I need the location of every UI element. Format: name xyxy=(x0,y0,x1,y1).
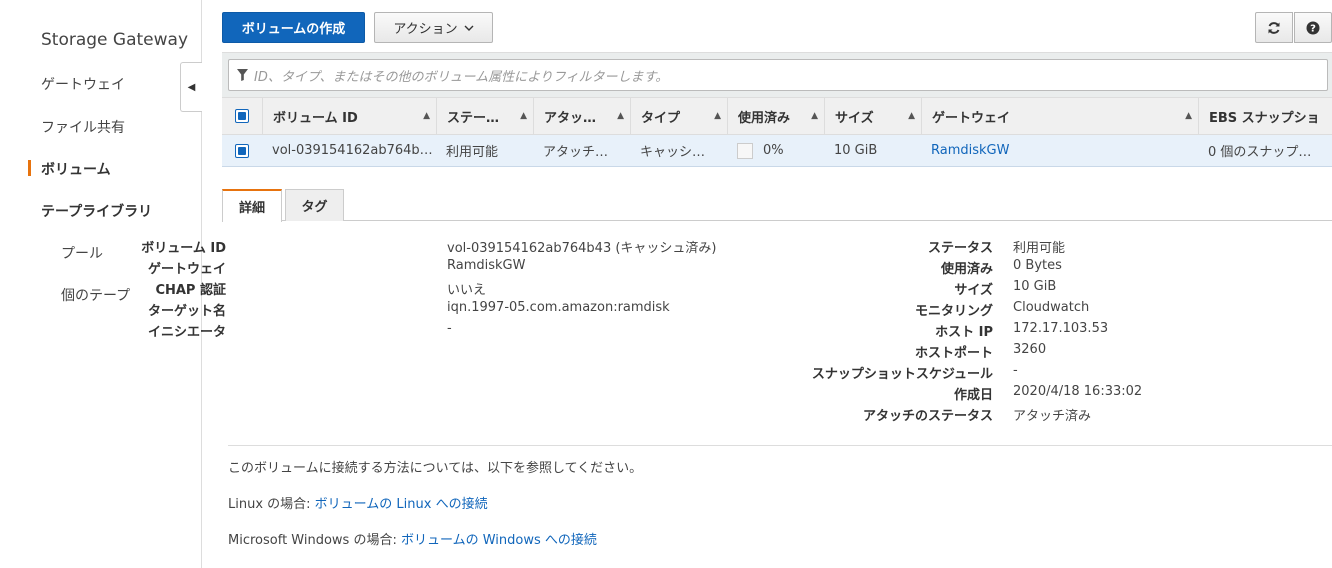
refresh-icon xyxy=(1268,21,1280,34)
value-gateway-link[interactable]: RamdiskGW xyxy=(447,258,525,273)
cell-size: 10 GiB xyxy=(834,143,878,158)
actions-label: アクション xyxy=(393,22,458,37)
label-snapshot-schedule: スナップショットスケジュール xyxy=(811,367,993,382)
value-attach-status: アタッチ済み xyxy=(1013,409,1092,424)
main-content: ボリュームの作成 アクション ? ID、タイプ、またはその他のボリューム属性によ… xyxy=(141,0,1332,568)
label-monitoring: モニタリング xyxy=(914,304,993,319)
value-used: 0 Bytes xyxy=(1013,258,1062,273)
caret-left-icon: ◀ xyxy=(187,81,196,93)
cell-attach-status: アタッチ… xyxy=(543,145,609,160)
filter-icon xyxy=(237,69,248,81)
column-header-volume-id[interactable]: ボリューム ID ▲ xyxy=(262,98,436,134)
sort-icon: ▲ xyxy=(423,111,430,121)
sidebar-item-volumes[interactable]: ボリューム xyxy=(41,159,111,179)
column-header-used[interactable]: 使用済み ▲ xyxy=(727,98,824,134)
connect-windows-line: Microsoft Windows の場合: ボリュームの Windows への… xyxy=(228,529,597,548)
connect-intro: このボリュームに接続する方法については、以下を参照してください。 xyxy=(228,461,643,476)
label-used: 使用済み xyxy=(940,262,993,277)
label-host-ip: ホスト IP xyxy=(935,325,993,340)
label-size: サイズ xyxy=(954,283,993,298)
cell-volume-id: vol-039154162ab764b… xyxy=(272,143,433,158)
label-host-port: ホストポート xyxy=(914,346,993,361)
table-header: ボリューム ID ▲ ステー… ▲ アタッ… ▲ タイプ ▲ 使用済み ▲ サイズ ▲ ゲー… xyxy=(222,97,1332,135)
label-status: ステータス xyxy=(927,241,993,256)
value-snapshot-schedule: - xyxy=(1013,363,1018,378)
connect-windows-link[interactable]: ボリュームの Windows への接続 xyxy=(401,533,597,548)
tab-tags[interactable]: タグ xyxy=(285,189,344,221)
active-indicator xyxy=(28,160,31,176)
chevron-down-icon xyxy=(464,25,474,31)
value-initiator: - xyxy=(447,321,452,336)
connect-linux-link[interactable]: ボリュームの Linux への接続 xyxy=(315,497,488,512)
value-size: 10 GiB xyxy=(1013,279,1057,294)
sort-icon: ▲ xyxy=(714,111,721,121)
value-host-port: 3260 xyxy=(1013,342,1047,357)
help-button[interactable]: ? xyxy=(1294,12,1332,43)
value-monitoring-link[interactable]: Cloudwatch xyxy=(1013,300,1089,315)
sort-icon: ▲ xyxy=(908,111,915,121)
table-row[interactable]: vol-039154162ab764b… 利用可能 アタッチ… キャッシ… 0%… xyxy=(222,135,1332,167)
column-header-size[interactable]: サイズ ▲ xyxy=(824,98,921,134)
label-initiator: イニシエータ xyxy=(147,325,226,340)
value-target-name: iqn.1997-05.com.amazon:ramdisk xyxy=(447,300,670,315)
value-status: 利用可能 xyxy=(1013,241,1066,256)
sort-icon: ▲ xyxy=(520,111,527,121)
label-attach-status: アタッチのステータス xyxy=(862,409,993,424)
value-host-ip: 172.17.103.53 xyxy=(1013,321,1109,336)
cell-used: 0% xyxy=(727,135,824,166)
value-chap-auth: いいえ xyxy=(447,283,487,298)
sidebar-item-file-shares[interactable]: ファイル共有 xyxy=(41,117,125,137)
value-volume-id: vol-039154162ab764b43 (キャッシュ済み) xyxy=(447,241,717,256)
sort-icon: ▲ xyxy=(1185,111,1192,121)
connect-linux-prefix: Linux の場合: xyxy=(228,497,315,512)
sort-icon: ▲ xyxy=(811,111,818,121)
row-checkbox[interactable] xyxy=(222,135,262,166)
tab-details[interactable]: 詳細 xyxy=(222,189,282,222)
connect-windows-prefix: Microsoft Windows の場合: xyxy=(228,533,401,548)
cell-status: 利用可能 xyxy=(446,145,499,160)
actions-dropdown[interactable]: アクション xyxy=(374,12,493,43)
filter-input[interactable]: ID、タイプ、またはその他のボリューム属性によりフィルターします。 xyxy=(228,59,1328,91)
sidebar-item-tapes[interactable]: 個のテープ xyxy=(61,285,130,305)
cell-gateway-link[interactable]: RamdiskGW xyxy=(921,135,1198,166)
sidebar-item-gateways[interactable]: ゲートウェイ xyxy=(41,74,125,94)
filter-placeholder: ID、タイプ、またはその他のボリューム属性によりフィルターします。 xyxy=(254,69,669,85)
column-header-status[interactable]: ステー… ▲ xyxy=(436,98,533,134)
usage-bar xyxy=(737,142,753,159)
column-header-type[interactable]: タイプ ▲ xyxy=(630,98,727,134)
create-volume-button[interactable]: ボリュームの作成 xyxy=(222,12,365,43)
detail-tabs: 詳細 タグ xyxy=(222,189,1332,222)
help-icon: ? xyxy=(1306,21,1320,34)
connect-linux-line: Linux の場合: ボリュームの Linux への接続 xyxy=(228,493,488,512)
label-gateway: ゲートウェイ xyxy=(147,262,226,277)
column-header-attach-status[interactable]: アタッ… ▲ xyxy=(533,98,630,134)
refresh-button[interactable] xyxy=(1255,12,1293,43)
select-all-checkbox[interactable] xyxy=(222,98,262,134)
sidebar-item-tape-library[interactable]: テープライブラリ xyxy=(41,201,152,221)
svg-text:?: ? xyxy=(1310,23,1316,34)
label-chap-auth: CHAP 認証 xyxy=(155,283,226,298)
column-header-gateway[interactable]: ゲートウェイ ▲ xyxy=(921,98,1198,134)
label-volume-id: ボリューム ID xyxy=(141,241,226,256)
collapse-sidebar-button[interactable]: ◀ xyxy=(180,62,202,112)
label-created-date: 作成日 xyxy=(953,388,993,403)
sort-icon: ▲ xyxy=(617,111,624,121)
sidebar-item-pools[interactable]: プール xyxy=(61,243,103,263)
filter-bar: ID、タイプ、またはその他のボリューム属性によりフィルターします。 xyxy=(222,52,1332,97)
divider xyxy=(228,445,1332,446)
cell-ebs-snapshots: 0 個のスナップ… xyxy=(1208,145,1312,160)
value-created-date: 2020/4/18 16:33:02 xyxy=(1013,384,1143,399)
cell-type: キャッシ… xyxy=(640,145,706,160)
label-target-name: ターゲット名 xyxy=(147,304,226,319)
column-header-ebs-snapshots[interactable]: EBS スナップショ xyxy=(1198,98,1332,134)
sidebar-title: Storage Gateway xyxy=(41,30,189,50)
